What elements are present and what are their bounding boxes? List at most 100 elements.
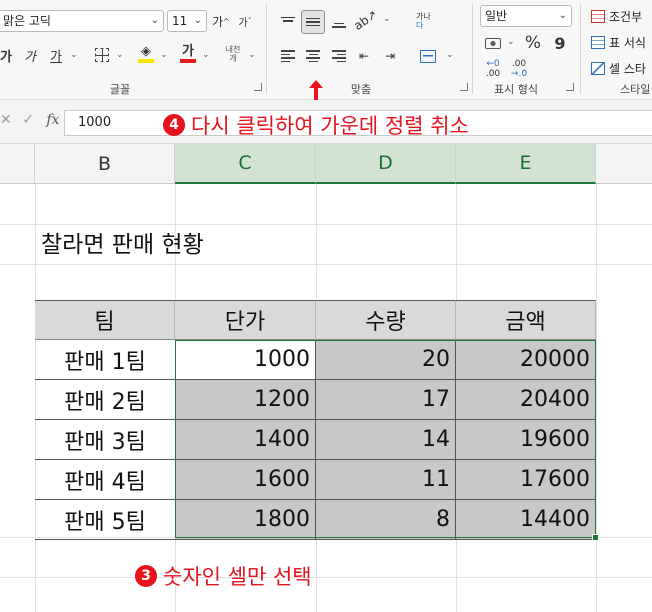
column-header-b[interactable]: B — [35, 144, 175, 184]
amount-cell[interactable]: 20400 — [456, 380, 596, 420]
worksheet-grid[interactable]: B C D E 찰라면 판매 현황 팀 단가 수량 금액 판매 1팀 1000 … — [0, 144, 652, 612]
annotation-step-4: 4 다시 클릭하여 가운데 정렬 취소 — [163, 110, 469, 140]
percent-style-button[interactable]: % — [521, 31, 545, 55]
column-header-e[interactable]: E — [456, 144, 596, 184]
number-format-dropdown[interactable]: 일반 ⌄ — [480, 5, 572, 27]
column-header-f[interactable] — [596, 144, 652, 184]
align-center-icon — [306, 50, 320, 62]
team-cell[interactable]: 판매 2팀 — [35, 380, 175, 420]
shrink-font-button[interactable]: 가ˇ — [233, 9, 257, 33]
align-right-button[interactable] — [327, 44, 351, 68]
team-cell[interactable]: 판매 3팀 — [35, 420, 175, 460]
ribbon: 맑은 고딕 ⌄ 11 ⌄ 가 ^ 가ˇ 가 가 가 ⌄ ⌄ ◈ ⌄ 가 ⌄ 내천 … — [0, 0, 652, 100]
orientation-dropdown-icon[interactable]: ⌄ — [383, 14, 391, 24]
number-group-label: 표시 형식 — [494, 83, 538, 96]
amount-cell[interactable]: 17600 — [456, 460, 596, 500]
format-as-table-label: 표 서식 — [609, 36, 646, 50]
middle-align-button[interactable] — [301, 10, 325, 34]
header-cell-qty[interactable]: 수량 — [316, 300, 456, 340]
price-cell-active[interactable]: 1000 — [175, 340, 316, 380]
qty-cell[interactable]: 14 — [316, 420, 456, 460]
conditional-formatting-button[interactable]: 조건부 — [591, 8, 642, 25]
italic-button[interactable]: 가 — [18, 43, 42, 67]
fill-handle[interactable] — [592, 534, 599, 541]
bottom-align-button[interactable] — [327, 10, 351, 34]
insert-function-icon[interactable]: fx — [46, 112, 59, 128]
middle-align-icon — [306, 17, 320, 27]
qty-cell[interactable]: 11 — [316, 460, 456, 500]
font-color-button[interactable]: 가 — [176, 42, 200, 66]
header-cell-price[interactable]: 단가 — [175, 300, 316, 340]
column-letter: E — [519, 152, 532, 174]
font-dialog-launcher-icon[interactable] — [254, 83, 262, 91]
borders-button[interactable] — [90, 43, 114, 67]
accounting-format-button[interactable] — [481, 31, 505, 55]
fill-color-dropdown-icon[interactable]: ⌄ — [160, 50, 168, 60]
team-cell[interactable]: 판매 5팀 — [35, 500, 175, 540]
column-header-c[interactable]: C — [175, 144, 316, 184]
qty-cell[interactable]: 8 — [316, 500, 456, 540]
alignment-dialog-launcher-icon[interactable] — [460, 83, 468, 91]
align-right-icon — [332, 50, 346, 62]
comma-style-button[interactable]: 9 — [548, 31, 572, 55]
amount-cell[interactable]: 19600 — [456, 420, 596, 460]
font-size-dropdown[interactable]: 11 ⌄ — [167, 10, 207, 32]
align-center-button[interactable] — [301, 44, 325, 68]
enter-check-icon[interactable]: ✓ — [22, 112, 34, 128]
header-cell-team[interactable]: 팀 — [35, 300, 175, 340]
underline-button[interactable]: 가 — [44, 43, 68, 67]
qty-text: 8 — [436, 507, 450, 532]
qty-cell[interactable]: 17 — [316, 380, 456, 420]
decrease-decimal-button[interactable]: .00 →.0 — [508, 59, 530, 79]
grow-font-button[interactable]: 가 ^ — [209, 9, 233, 33]
cancel-icon[interactable]: ✕ — [0, 112, 12, 128]
team-cell[interactable]: 판매 1팀 — [35, 340, 175, 380]
column-letter: D — [378, 152, 393, 174]
qty-cell[interactable]: 20 — [316, 340, 456, 380]
accounting-dropdown-icon[interactable]: ⌄ — [507, 37, 515, 47]
top-align-button[interactable] — [276, 10, 300, 34]
price-cell[interactable]: 1400 — [175, 420, 316, 460]
column-header-d[interactable]: D — [316, 144, 456, 184]
borders-dropdown-icon[interactable]: ⌄ — [116, 50, 124, 60]
decrease-indent-icon: ⇤ — [358, 49, 370, 63]
price-cell[interactable]: 1200 — [175, 380, 316, 420]
number-dialog-launcher-icon[interactable] — [566, 83, 574, 91]
increase-decimal-top: ←0 — [486, 59, 500, 69]
cell-styles-button[interactable]: 셀 스타 — [591, 60, 646, 77]
font-name-dropdown[interactable]: 맑은 고딕 ⌄ — [0, 10, 164, 32]
separator — [580, 4, 581, 94]
increase-decimal-button[interactable]: ←0 .00 — [482, 59, 504, 79]
styles-group-label: 스타일 — [620, 83, 651, 96]
qty-text: 14 — [422, 427, 450, 452]
align-left-button[interactable] — [276, 44, 300, 68]
orientation-button[interactable]: ab↗ — [352, 7, 381, 33]
underline-dropdown-icon[interactable]: ⌄ — [70, 50, 78, 60]
phonetic-button[interactable]: 내천 개 — [220, 45, 246, 63]
header-cell-amount[interactable]: 금액 — [456, 300, 596, 340]
team-cell[interactable]: 판매 4팀 — [35, 460, 175, 500]
wrap-text-button[interactable]: 가나 다 — [416, 12, 438, 30]
price-cell[interactable]: 1600 — [175, 460, 316, 500]
cell-styles-icon — [591, 62, 605, 75]
percent-label: % — [524, 33, 542, 53]
decrease-indent-button[interactable]: ⇤ — [352, 44, 376, 68]
merge-center-dropdown-icon[interactable]: ⌄ — [446, 50, 454, 60]
amount-cell[interactable]: 14400 — [456, 500, 596, 540]
merge-center-button[interactable] — [416, 44, 440, 68]
increase-indent-button[interactable]: ⇥ — [378, 44, 402, 68]
red-arrow-up-icon — [309, 80, 323, 102]
amount-cell[interactable]: 20000 — [456, 340, 596, 380]
phonetic-dropdown-icon[interactable]: ⌄ — [248, 50, 256, 60]
font-color-dropdown-icon[interactable]: ⌄ — [202, 50, 210, 60]
column-header-a[interactable] — [0, 144, 35, 184]
sheet-title[interactable]: 찰라면 판매 현황 — [41, 225, 204, 259]
format-as-table-button[interactable]: 표 서식 — [591, 34, 646, 51]
step-number-badge: 3 — [135, 565, 157, 587]
price-cell[interactable]: 1800 — [175, 500, 316, 540]
header-text: 금액 — [505, 310, 546, 335]
top-align-icon — [281, 16, 295, 22]
paint-bucket-icon: ◈ — [141, 44, 151, 59]
fill-color-button[interactable]: ◈ — [134, 42, 158, 66]
bold-button[interactable]: 가 — [0, 43, 18, 67]
